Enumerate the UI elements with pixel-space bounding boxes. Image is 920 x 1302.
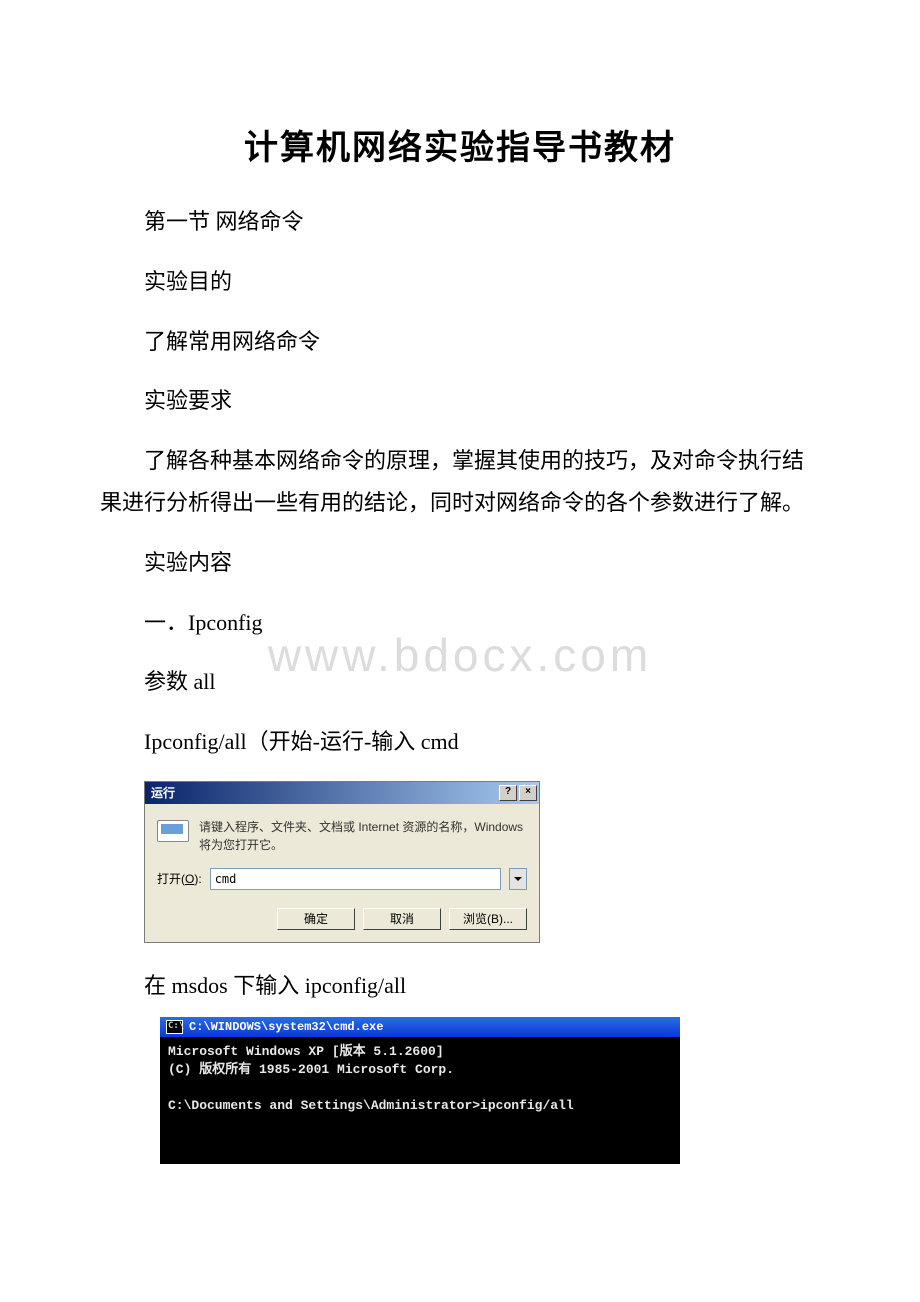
item-ipconfig: 一．Ipconfig — [100, 602, 820, 644]
run-dialog: 运行 ? × 请键入程序、文件夹、文档或 Internet 资源的名称，Wind… — [144, 781, 540, 943]
section-heading: 第一节 网络命令 — [100, 201, 820, 243]
run-icon — [157, 818, 189, 846]
browse-button[interactable]: 浏览(B)... — [449, 908, 527, 930]
purpose-heading: 实验目的 — [100, 261, 820, 303]
page: www.bdocx.com 计算机网络实验指导书教材 第一节 网络命令 实验目的… — [0, 0, 920, 1302]
cmd-output[interactable]: Microsoft Windows XP [版本 5.1.2600] (C) 版… — [160, 1037, 680, 1164]
dropdown-button[interactable] — [509, 868, 527, 890]
run-dialog-titlebar: 运行 ? × — [145, 782, 539, 804]
cmd-titlebar: C:\ C:\WINDOWS\system32\cmd.exe — [160, 1017, 680, 1037]
ipconfig-cmd-line: Ipconfig/all（开始-运行-输入 cmd — [100, 721, 820, 763]
msdos-instruction: 在 msdos 下输入 ipconfig/all — [100, 965, 820, 1007]
open-label-post: ): — [194, 872, 201, 886]
ok-button[interactable]: 确定 — [277, 908, 355, 930]
document-title: 计算机网络实验指导书教材 — [100, 120, 820, 169]
cmd-window: C:\ C:\WINDOWS\system32\cmd.exe Microsof… — [160, 1017, 680, 1164]
run-dialog-body: 请键入程序、文件夹、文档或 Internet 资源的名称，Windows 将为您… — [145, 804, 539, 942]
open-label-underline: O — [185, 872, 194, 886]
cmd-line-1: Microsoft Windows XP [版本 5.1.2600] — [168, 1044, 444, 1059]
run-dialog-description: 请键入程序、文件夹、文档或 Internet 资源的名称，Windows 将为您… — [199, 818, 527, 854]
cmd-icon: C:\ — [166, 1020, 183, 1034]
open-input[interactable] — [210, 868, 501, 890]
close-button[interactable]: × — [519, 785, 537, 801]
cmd-line-2: (C) 版权所有 1985-2001 Microsoft Corp. — [168, 1062, 454, 1077]
cmd-title-path: C:\WINDOWS\system32\cmd.exe — [189, 1020, 383, 1034]
requirements-heading: 实验要求 — [100, 380, 820, 422]
content-heading: 实验内容 — [100, 542, 820, 584]
param-all: 参数 all — [100, 661, 820, 703]
open-label-pre: 打开( — [157, 872, 185, 886]
run-dialog-title: 运行 — [151, 784, 175, 801]
requirements-text: 了解各种基本网络命令的原理，掌握其使用的技巧，及对命令执行结果进行分析得出一些有… — [100, 440, 820, 524]
open-label: 打开(O): — [157, 870, 202, 887]
cancel-button[interactable]: 取消 — [363, 908, 441, 930]
help-button[interactable]: ? — [499, 785, 517, 801]
purpose-text: 了解常用网络命令 — [100, 321, 820, 363]
cmd-prompt: C:\Documents and Settings\Administrator>… — [168, 1098, 574, 1113]
